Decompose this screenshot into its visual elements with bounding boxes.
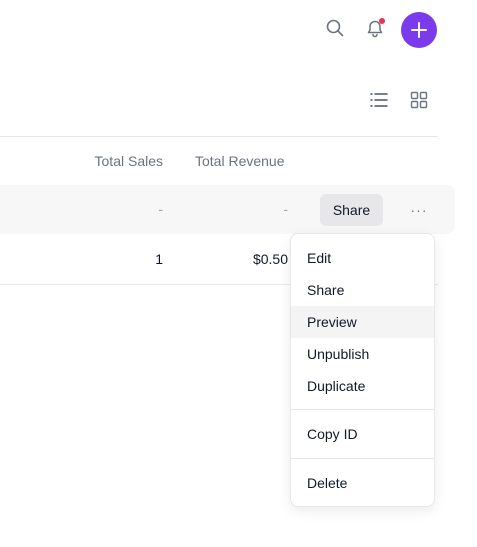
more-options-button[interactable]: ··· <box>406 199 432 221</box>
column-header-total-revenue[interactable]: Total Revenue <box>195 153 285 169</box>
notification-dot <box>379 18 385 24</box>
search-button[interactable] <box>323 16 347 40</box>
column-header-total-sales[interactable]: Total Sales <box>95 153 163 169</box>
notifications-button[interactable] <box>363 16 387 40</box>
menu-divider <box>291 458 434 459</box>
add-button[interactable] <box>401 12 437 48</box>
menu-item-unpublish[interactable]: Unpublish <box>291 338 434 370</box>
menu-item-preview[interactable]: Preview <box>291 306 434 338</box>
grid-view-icon <box>410 91 428 109</box>
menu-divider <box>291 409 434 410</box>
total-revenue-cell: - <box>283 201 288 217</box>
menu-item-edit[interactable]: Edit <box>291 242 434 274</box>
table-row[interactable]: - - Share ··· <box>0 185 455 234</box>
divider <box>0 136 438 137</box>
menu-item-copy-id[interactable]: Copy ID <box>291 418 434 450</box>
total-sales-cell: 1 <box>155 251 163 267</box>
menu-item-share[interactable]: Share <box>291 274 434 306</box>
menu-item-duplicate[interactable]: Duplicate <box>291 370 434 402</box>
list-view-icon <box>370 93 388 107</box>
total-revenue-cell: $0.50 <box>252 251 288 267</box>
share-button[interactable]: Share <box>320 194 383 226</box>
search-icon <box>326 19 344 37</box>
total-sales-cell: - <box>158 201 163 217</box>
row-actions-menu: Edit Share Preview Unpublish Duplicate C… <box>290 233 435 507</box>
page: Total Sales Total Revenue - - Share ··· … <box>0 0 477 547</box>
list-view-button[interactable] <box>368 89 390 111</box>
plus-icon <box>411 22 427 38</box>
menu-item-delete[interactable]: Delete <box>291 467 434 499</box>
grid-view-button[interactable] <box>408 89 430 111</box>
